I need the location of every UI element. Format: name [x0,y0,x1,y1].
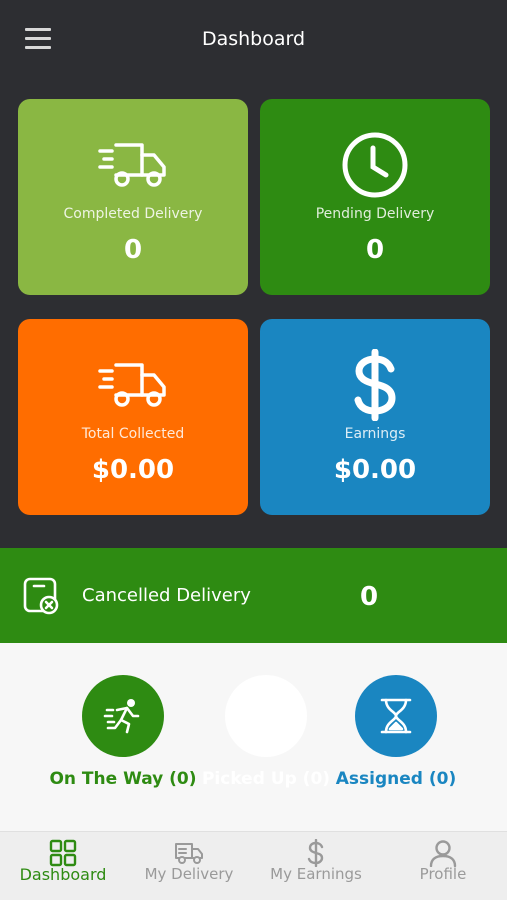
nav-label-profile: Profile [419,865,467,883]
on-the-way-label: On The Way (0) [49,769,197,789]
running-icon [82,675,164,757]
nav-item-dashboard[interactable]: Dashboard [0,832,126,900]
earnings-value: $0.00 [333,455,417,485]
picked-up-circle [225,675,307,757]
clock-icon [260,132,490,198]
delivery-truck-icon [126,838,252,868]
dashboard-header-area: Dashboard Completed Delivery 0 Pending D… [0,0,507,548]
nav-item-my-delivery[interactable]: My Delivery [126,832,252,900]
dollar-icon [260,349,490,421]
nav-item-my-earnings[interactable]: My Earnings [253,832,379,900]
earnings-label: Earnings [344,426,406,442]
total-collected-card[interactable]: Total Collected $0.00 [18,319,248,515]
delivery-truck-icon [18,353,248,417]
page-title: Dashboard [201,28,306,50]
cancelled-delivery-label: Cancelled Delivery [82,585,251,606]
earnings-card[interactable]: Earnings $0.00 [260,319,490,515]
total-collected-label: Total Collected [81,426,185,442]
assigned-button[interactable]: Assigned (0) [316,675,476,789]
delivery-truck-icon [18,133,248,197]
completed-delivery-value: 0 [123,235,143,265]
grid-icon [0,838,126,868]
total-collected-value: $0.00 [91,455,175,485]
bottom-navigation: Dashboard My Delivery My Earnings Profil… [0,831,507,900]
hourglass-icon [355,675,437,757]
pending-delivery-card[interactable]: Pending Delivery 0 [260,99,490,295]
cancelled-delivery-bar[interactable]: Cancelled Delivery 0 [0,548,507,643]
nav-label-my-delivery: My Delivery [144,865,234,883]
cancelled-package-icon [22,576,62,616]
on-the-way-button[interactable]: On The Way (0) [43,675,203,789]
completed-delivery-card[interactable]: Completed Delivery 0 [18,99,248,295]
pending-delivery-label: Pending Delivery [315,206,435,222]
assigned-label: Assigned (0) [335,769,457,789]
completed-delivery-label: Completed Delivery [63,206,203,222]
dollar-icon [253,838,379,868]
cancelled-delivery-value: 0 [360,582,379,612]
nav-item-profile[interactable]: Profile [380,832,506,900]
nav-label-my-earnings: My Earnings [270,865,362,883]
person-icon [380,838,506,868]
pending-delivery-value: 0 [365,235,385,265]
nav-label-dashboard: Dashboard [19,865,107,884]
